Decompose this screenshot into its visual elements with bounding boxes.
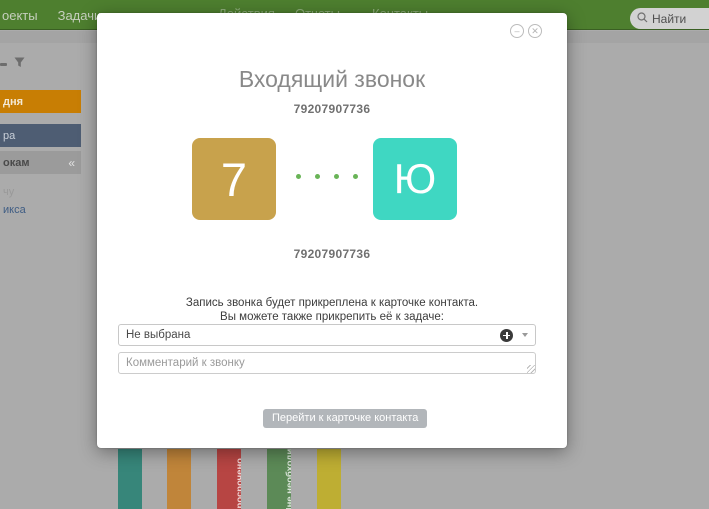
sidebar-section-label: окам [3, 157, 29, 169]
app-background: оекты Задачи ДействияОтчетыКонтакты дня [0, 0, 709, 509]
sidebar-item-tomorrow[interactable]: ра [0, 124, 81, 147]
menu-item-projects[interactable]: оекты [0, 8, 48, 23]
phone-number-repeat: 79207907736 [97, 247, 567, 261]
background-chart: Просрочено Мне необходимо [0, 449, 709, 509]
chart-column: Мне необходимо [267, 449, 291, 509]
sidebar-filter-row [0, 57, 25, 71]
add-task-icon[interactable] [500, 329, 513, 342]
search-icon [637, 10, 648, 28]
chart-column [118, 449, 142, 509]
minimize-button[interactable]: – [510, 24, 524, 38]
call-comment-input[interactable] [118, 352, 536, 374]
attach-note: Запись звонка будет прикреплена к карточ… [97, 296, 567, 324]
connection-dots [296, 174, 358, 179]
chart-column-label: Мне необходимо [285, 449, 292, 509]
go-to-contact-card-button[interactable]: Перейти к карточке контакта [263, 409, 427, 428]
connector-dot [296, 174, 301, 179]
sidebar-item-label: икса [3, 204, 26, 216]
sidebar-item-label: чу [3, 186, 14, 198]
search-input[interactable] [652, 12, 707, 26]
attach-note-line2: Вы можете также прикрепить её к задаче: [97, 310, 567, 324]
filter-icon[interactable] [14, 55, 25, 73]
caller-avatar: 7 [192, 138, 276, 220]
incoming-call-dialog: – ✕ Входящий звонок 79207907736 7 Ю 7920… [97, 13, 567, 448]
contact-initial: Ю [394, 155, 436, 203]
connector-dot [334, 174, 339, 179]
chart-column: Просрочено [217, 449, 241, 509]
list-icon[interactable] [0, 63, 7, 66]
chart-column [167, 449, 191, 509]
dialog-title: Входящий звонок [97, 66, 567, 93]
sidebar-section-deadlines[interactable]: окам « [0, 151, 81, 174]
connector-dot [315, 174, 320, 179]
task-select-value: Не выбрана [119, 329, 500, 341]
sidebar-item-label: дня [3, 96, 23, 108]
caller-initial: 7 [221, 152, 247, 207]
chart-column-label: Просрочено [235, 458, 242, 509]
attach-note-line1: Запись звонка будет прикреплена к карточ… [97, 296, 567, 310]
collapse-icon[interactable]: « [68, 156, 75, 170]
sidebar: дня ра окам « чу икса [0, 31, 97, 451]
search-box[interactable] [630, 8, 709, 29]
close-button[interactable]: ✕ [528, 24, 542, 38]
chart-column [317, 449, 341, 509]
main-menu: оекты Задачи [0, 0, 111, 30]
caller-phone-number: 79207907736 [97, 102, 567, 116]
connector-dot [353, 174, 358, 179]
sidebar-item-label: ра [3, 130, 15, 142]
sidebar-item-today[interactable]: дня [0, 90, 81, 113]
chevron-down-icon[interactable] [522, 333, 528, 337]
contact-avatar: Ю [373, 138, 457, 220]
task-select[interactable]: Не выбрана [118, 324, 536, 346]
sidebar-item-planfix[interactable]: икса [0, 198, 81, 221]
